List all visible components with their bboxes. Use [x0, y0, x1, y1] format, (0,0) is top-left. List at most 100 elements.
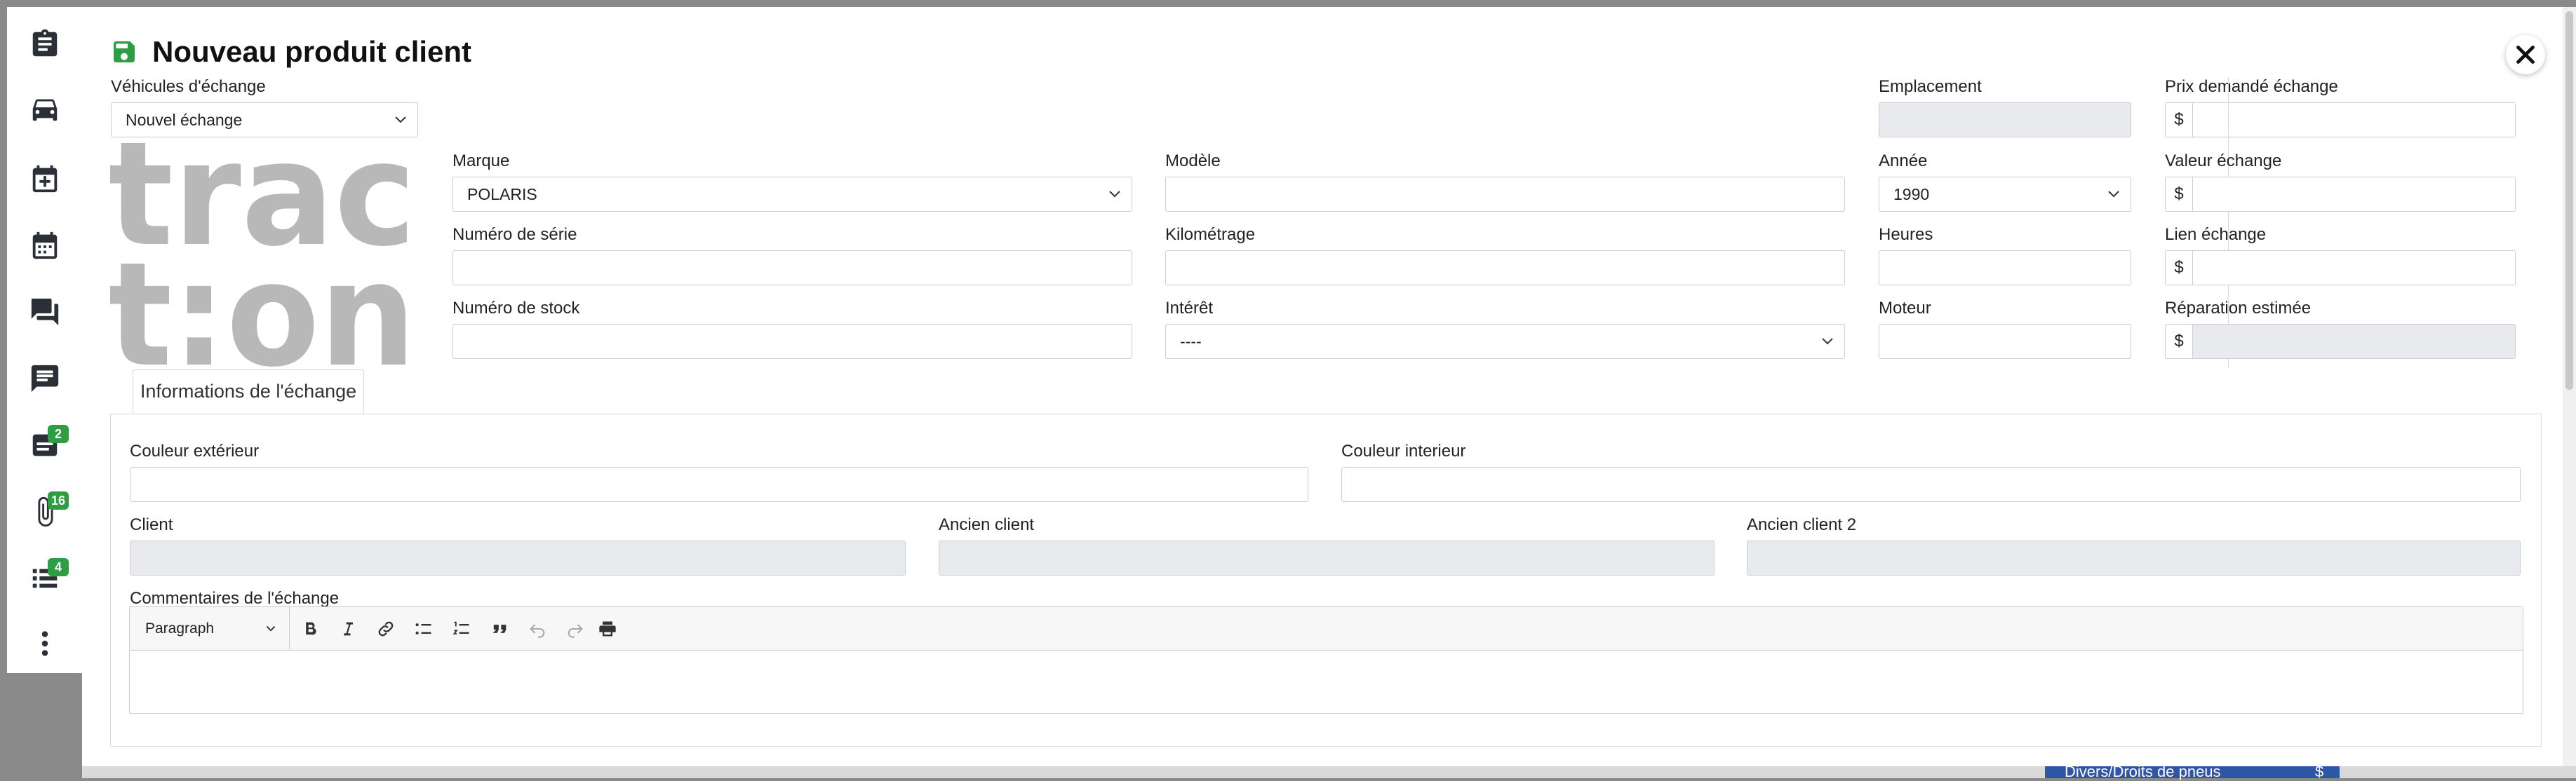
- interet-value: ----: [1180, 332, 1202, 351]
- vehicles-value: Nouvel échange: [126, 110, 243, 129]
- marque-value: POLARIS: [467, 184, 537, 203]
- close-icon: [2516, 46, 2535, 64]
- chevron-down-icon: [1822, 338, 1833, 345]
- attachments-count-badge: 16: [48, 491, 69, 510]
- undo-button[interactable]: [525, 617, 549, 641]
- numbered-list-icon: [452, 621, 469, 634]
- ancien-client-field[interactable]: [939, 541, 1715, 576]
- sidebar-item-clipboard[interactable]: [7, 20, 82, 69]
- modele-field[interactable]: [1165, 177, 1845, 212]
- couleur-interieur-label: Couleur interieur: [1341, 442, 1466, 461]
- tab-informations-echange[interactable]: Informations de l'échange: [133, 369, 364, 414]
- redo-icon: [568, 624, 583, 638]
- valeur-echange-label: Valeur échange: [2165, 151, 2282, 170]
- redo-button[interactable]: [563, 617, 587, 641]
- couleur-exterieur-label: Couleur extérieur: [130, 442, 260, 461]
- close-button[interactable]: [2506, 35, 2545, 74]
- print-icon: [599, 621, 616, 637]
- editor-content[interactable]: [130, 651, 2523, 713]
- ancien-client-label: Ancien client: [939, 515, 1035, 534]
- undo-icon: [530, 624, 545, 638]
- calendar-plus-icon: [32, 165, 57, 193]
- sidebar-item-calendar[interactable]: [7, 221, 82, 270]
- blockquote-button[interactable]: [488, 617, 511, 641]
- numero-serie-label: Numéro de série: [452, 225, 577, 244]
- marque-label: Marque: [452, 151, 510, 170]
- traction-logo: trac t:on: [110, 140, 416, 372]
- currency-prefix: $: [2166, 103, 2193, 137]
- bold-icon: [306, 622, 316, 635]
- couleur-interieur-field[interactable]: [1341, 467, 2521, 502]
- dialog-header: Nouveau produit client: [110, 35, 471, 69]
- moteur-field[interactable]: [1879, 324, 2131, 359]
- commentaires-label: Commentaires de l'échange: [130, 589, 340, 608]
- heures-label: Heures: [1879, 225, 1933, 244]
- interet-select[interactable]: ----: [1165, 324, 1845, 359]
- bulleted-list-button[interactable]: [412, 617, 436, 641]
- kilometrage-label: Kilométrage: [1165, 225, 1256, 244]
- client-field[interactable]: [130, 541, 906, 576]
- reparation-input[interactable]: [2193, 325, 2515, 358]
- prix-demande-label: Prix demandé échange: [2165, 77, 2338, 96]
- currency-prefix: $: [2166, 177, 2193, 211]
- link-icon: [378, 621, 394, 637]
- emplacement-field[interactable]: [1879, 102, 2131, 137]
- sidebar-item-add-event[interactable]: [7, 154, 82, 203]
- vehicles-label: Véhicules d'échange: [111, 77, 266, 96]
- annee-value: 1990: [1893, 184, 1930, 203]
- print-button[interactable]: [596, 617, 619, 641]
- sidebar: 2 16 4: [7, 7, 83, 673]
- numero-stock-field[interactable]: [452, 324, 1132, 359]
- editor-toolbar: Paragraph: [130, 607, 2523, 651]
- reparation-field[interactable]: $: [2165, 324, 2516, 359]
- vehicles-select[interactable]: Nouvel échange: [111, 102, 418, 137]
- sidebar-item-attachments[interactable]: 16: [7, 487, 82, 536]
- italic-button[interactable]: [336, 617, 360, 641]
- prix-demande-field[interactable]: $: [2165, 102, 2516, 137]
- chevron-down-icon: [1109, 191, 1120, 198]
- sidebar-item-messages[interactable]: [7, 354, 82, 403]
- prix-demande-input[interactable]: [2193, 103, 2515, 137]
- currency-prefix: $: [2166, 251, 2193, 285]
- chevron-down-icon: [2108, 191, 2119, 198]
- lien-echange-label: Lien échange: [2165, 225, 2267, 244]
- heures-field[interactable]: [1879, 250, 2131, 285]
- more-vertical-icon: [41, 631, 48, 656]
- new-client-product-dialog: Nouveau produit client Véhicules d'échan…: [82, 7, 2563, 766]
- marque-select[interactable]: POLARIS: [452, 177, 1132, 212]
- lien-echange-input[interactable]: [2193, 251, 2515, 285]
- numbered-list-button[interactable]: [450, 617, 474, 641]
- paragraph-format-dropdown[interactable]: Paragraph: [130, 607, 290, 650]
- reparation-label: Réparation estimée: [2165, 299, 2312, 318]
- scrollbar-thumb[interactable]: [2565, 11, 2573, 390]
- emplacement-label: Emplacement: [1879, 77, 1982, 96]
- sidebar-item-vehicles[interactable]: [7, 84, 82, 133]
- save-icon[interactable]: [110, 38, 138, 66]
- ancien-client-2-field[interactable]: [1747, 541, 2521, 576]
- paragraph-format-value: Paragraph: [145, 620, 215, 637]
- sidebar-item-chat[interactable]: [7, 287, 82, 337]
- logo-line-2: t:on: [110, 232, 416, 372]
- car-icon: [32, 99, 57, 121]
- valeur-echange-field[interactable]: $: [2165, 177, 2516, 212]
- valeur-echange-input[interactable]: [2193, 177, 2515, 211]
- bulleted-list-icon: [415, 623, 431, 634]
- message-lines-icon: [31, 365, 58, 393]
- link-button[interactable]: [374, 617, 398, 641]
- ancien-client-2-label: Ancien client 2: [1747, 515, 1857, 534]
- couleur-exterieur-field[interactable]: [130, 467, 1308, 502]
- sidebar-item-list[interactable]: 4: [7, 554, 82, 603]
- kilometrage-field[interactable]: [1165, 250, 1845, 285]
- chevron-down-icon: [266, 625, 276, 632]
- sidebar-item-more[interactable]: [7, 619, 82, 668]
- client-label: Client: [130, 515, 173, 534]
- annee-select[interactable]: 1990: [1879, 177, 2131, 212]
- bold-button[interactable]: [298, 617, 322, 641]
- numero-stock-label: Numéro de stock: [452, 299, 580, 318]
- comments-editor: Paragraph: [129, 606, 2523, 714]
- notes-count-badge: 2: [48, 425, 69, 443]
- numero-serie-field[interactable]: [452, 250, 1132, 285]
- sidebar-item-notes[interactable]: 2: [7, 421, 82, 470]
- lien-echange-field[interactable]: $: [2165, 250, 2516, 285]
- clipboard-icon: [32, 29, 57, 57]
